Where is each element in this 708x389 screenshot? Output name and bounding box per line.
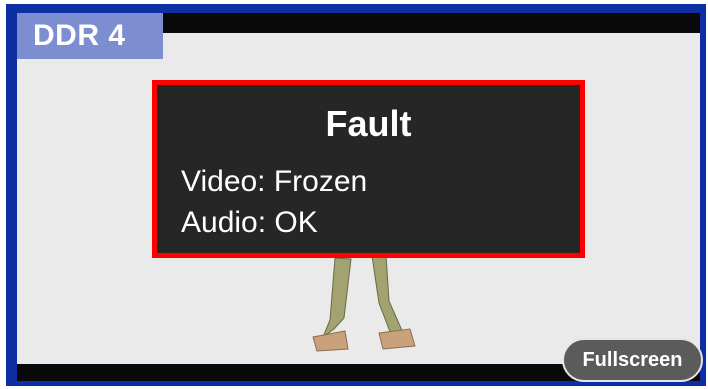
channel-label: DDR 4 — [17, 13, 163, 59]
video-status: Video: Frozen — [181, 165, 368, 198]
fault-title: Fault — [325, 103, 412, 144]
audio-status: Audio: OK — [181, 206, 318, 239]
fullscreen-button[interactable]: Fullscreen — [562, 338, 703, 382]
fault-alert-box: Fault Video: Frozen Audio: OK — [152, 80, 585, 258]
